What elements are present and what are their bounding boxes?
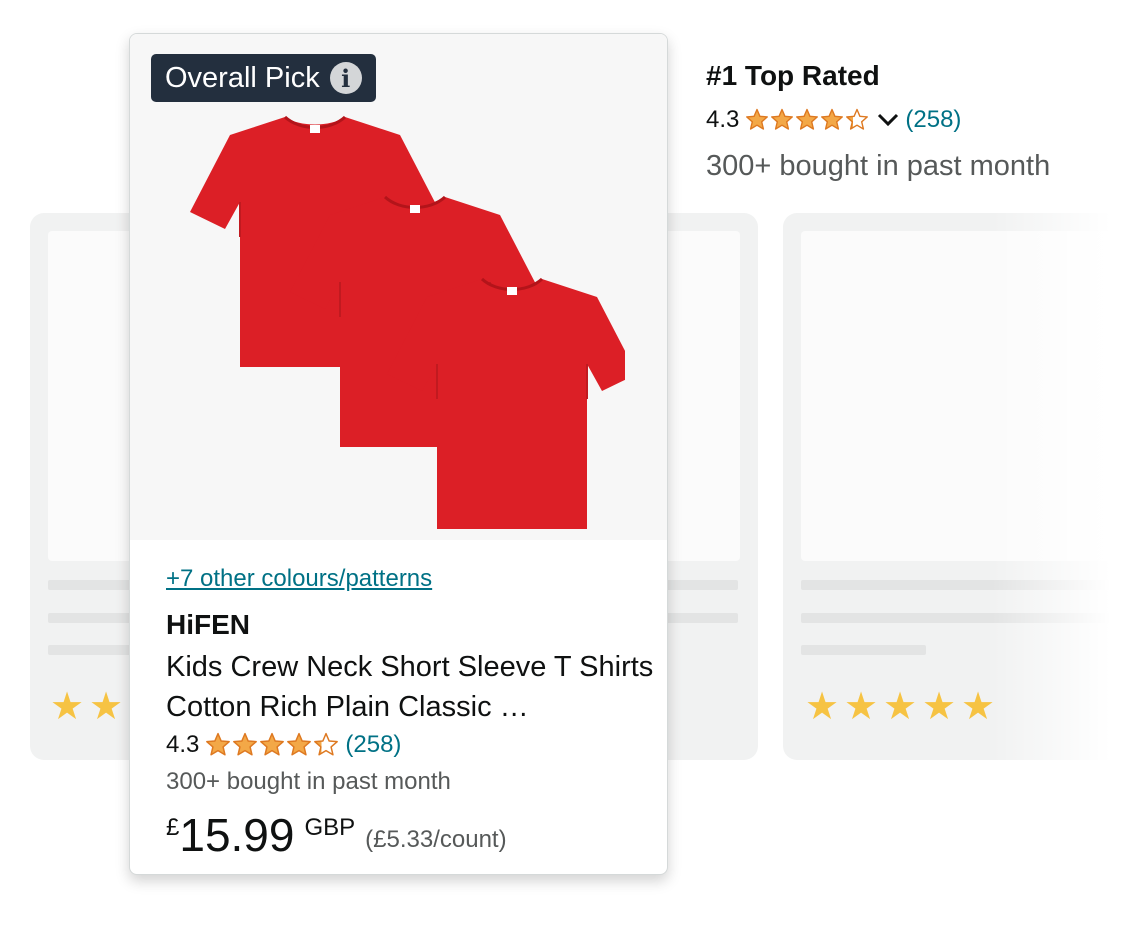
star-icon: ★	[89, 684, 124, 728]
star-icon	[287, 732, 312, 756]
rating-value: 4.3	[166, 731, 200, 758]
chevron-down-icon[interactable]	[877, 112, 899, 128]
price-symbol: £	[166, 814, 180, 841]
star-icon	[314, 732, 339, 756]
overall-pick-badge: Overall Pick i	[151, 54, 376, 102]
tshirts-image	[188, 115, 625, 529]
placeholder-stars: ★ ★	[50, 684, 125, 728]
price-currency: GBP	[304, 814, 356, 841]
star-icon	[821, 108, 844, 130]
placeholder-line	[801, 645, 926, 655]
price-value: 15.99	[179, 809, 295, 861]
star-icon: ★	[922, 684, 957, 728]
top-rated-heading: #1 Top Rated	[706, 60, 880, 91]
star-icon	[260, 732, 285, 756]
star-icon: ★	[50, 684, 85, 728]
price-per-unit: (£5.33/count)	[365, 826, 507, 853]
bought-count: 300+ bought in past month	[706, 150, 1051, 182]
bought-count: 300+ bought in past month	[166, 768, 451, 795]
star-icon: ★	[805, 684, 840, 728]
star-icon	[746, 108, 769, 130]
star-icon: ★	[844, 684, 879, 728]
star-rating	[205, 732, 339, 758]
product-title[interactable]: Kids Crew Neck Short Sleeve T Shirts Cot…	[166, 647, 656, 727]
product-card[interactable]: Overall Pick i +7 other colours/patterns…	[129, 33, 668, 875]
review-count-link[interactable]: (258)	[345, 731, 401, 759]
rating-value: 4.3	[706, 106, 740, 133]
info-icon[interactable]: i	[329, 62, 362, 94]
product-image[interactable]	[130, 34, 667, 540]
review-count-link[interactable]: (258)	[905, 106, 961, 134]
summary-rating[interactable]: 4.3 (258)	[706, 106, 961, 134]
other-colours-link[interactable]: +7 other colours/patterns	[166, 565, 432, 593]
fade-overlay	[992, 200, 1132, 780]
product-rating[interactable]: 4.3 (258)	[166, 731, 401, 759]
star-icon	[233, 732, 258, 756]
placeholder-stars: ★ ★ ★ ★ ★	[805, 684, 997, 728]
star-icon	[846, 108, 869, 130]
star-rating	[745, 108, 869, 132]
star-icon	[796, 108, 819, 130]
badge-label: Overall Pick	[165, 61, 320, 94]
star-icon	[771, 108, 794, 130]
star-icon: ★	[883, 684, 918, 728]
star-icon	[206, 732, 231, 756]
product-brand: HiFEN	[166, 609, 250, 640]
price: £ 15.99 GBP (£5.33/count)	[166, 808, 507, 862]
